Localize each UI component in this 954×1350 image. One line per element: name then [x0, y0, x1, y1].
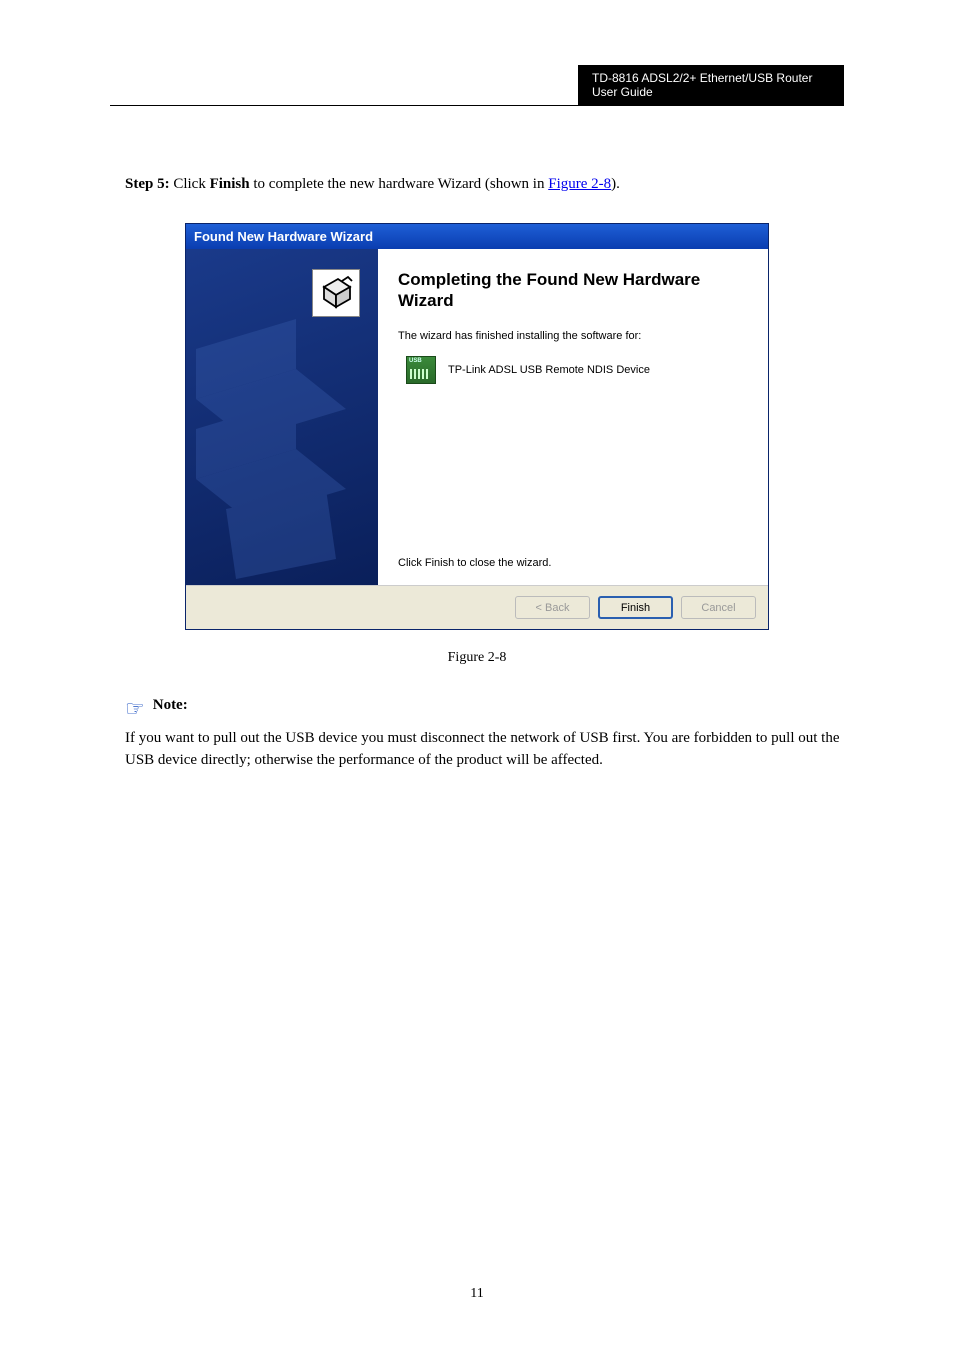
figure-caption: Figure 2-8	[110, 650, 844, 666]
wizard-dialog: Found New Hardware Wizard	[185, 223, 769, 630]
step5-prefix: Step 5:	[125, 176, 173, 192]
page-number: 11	[0, 1286, 954, 1302]
pointing-hand-icon: ☞	[125, 696, 145, 722]
wizard-device-name: TP-Link ADSL USB Remote NDIS Device	[448, 364, 650, 376]
wizard-footer: < Back Finish Cancel	[186, 585, 768, 629]
step5-bold: Finish	[210, 176, 250, 192]
note-text: If you want to pull out the USB device y…	[125, 728, 844, 772]
document-header: TD-8816 ADSL2/2+ Ethernet/USB Router Use…	[110, 65, 844, 106]
wizard-bg-shape-icon	[186, 309, 378, 585]
usb-device-icon	[406, 356, 436, 384]
wizard-close-text: Click Finish to close the wizard.	[398, 557, 740, 569]
wizard-sidebar-graphic	[186, 249, 378, 585]
note-section: ☞ Note: If you want to pull out the USB …	[110, 696, 844, 772]
step5-instruction: Step 5: Click Finish to complete the new…	[110, 176, 844, 193]
header-product-box: TD-8816 ADSL2/2+ Ethernet/USB Router Use…	[578, 65, 844, 105]
wizard-corner-icon	[312, 269, 360, 317]
back-button: < Back	[515, 596, 590, 619]
wizard-body: Completing the Found New Hardware Wizard…	[186, 249, 768, 585]
step5-t1: Click	[173, 176, 209, 192]
step5-link[interactable]: Figure 2-8	[548, 176, 611, 192]
note-label: Note:	[153, 697, 188, 713]
step5-t2: to complete the new hardware Wizard (sho…	[250, 176, 549, 192]
step5-t3: ).	[611, 176, 620, 192]
wizard-content: Completing the Found New Hardware Wizard…	[378, 249, 768, 585]
finish-button[interactable]: Finish	[598, 596, 673, 619]
wizard-device-row: TP-Link ADSL USB Remote NDIS Device	[406, 356, 740, 384]
hardware-device-icon	[316, 273, 356, 313]
wizard-heading: Completing the Found New Hardware Wizard	[398, 269, 740, 312]
wizard-subtext: The wizard has finished installing the s…	[398, 330, 740, 342]
wizard-titlebar: Found New Hardware Wizard	[186, 224, 768, 249]
cancel-button: Cancel	[681, 596, 756, 619]
